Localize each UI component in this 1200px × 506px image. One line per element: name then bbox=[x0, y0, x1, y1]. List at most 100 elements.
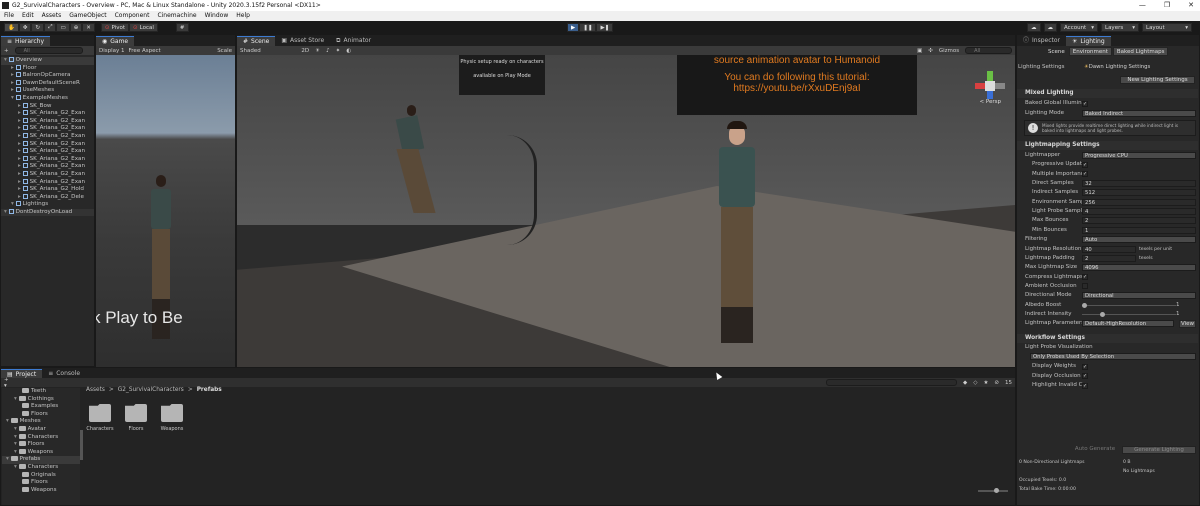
project-tree-item[interactable]: ▾ Characters bbox=[2, 433, 80, 442]
star-icon[interactable]: ★ bbox=[983, 380, 988, 386]
lm-row-field[interactable]: 2 bbox=[1082, 254, 1136, 262]
hierarchy-item[interactable]: ▸ DawnDefaultSceneR bbox=[1, 79, 94, 88]
lm-row-dropdown[interactable]: Default-HighResolution bbox=[1082, 320, 1174, 328]
grid-snap-icon[interactable]: # bbox=[175, 23, 189, 32]
hierarchy-item[interactable]: ▸ SK_Ariana_G2_Exan bbox=[1, 132, 94, 141]
hierarchy-item[interactable]: ▸ UseMeshes bbox=[1, 87, 94, 95]
hierarchy-item[interactable]: ▸ SK_Ariana_G2_Exan bbox=[1, 117, 94, 126]
lm-row-checkbox[interactable]: ✓ bbox=[1082, 171, 1088, 178]
shading-dropdown[interactable]: Shaded bbox=[240, 48, 295, 54]
asset-folder[interactable]: Characters bbox=[86, 404, 114, 432]
project-tree-item[interactable]: ▾ Clothings bbox=[2, 395, 80, 404]
lm-row-checkbox[interactable]: ✓ bbox=[1082, 274, 1088, 281]
slider-handle[interactable] bbox=[994, 488, 999, 493]
light-probe-visualization-dropdown[interactable]: Only Probes Used By Selection bbox=[1030, 353, 1196, 360]
hierarchy-item[interactable]: ▸ SK_Bow bbox=[1, 102, 94, 111]
filter-type-icon[interactable]: ◆ bbox=[963, 380, 967, 386]
menu-file[interactable]: File bbox=[4, 11, 14, 21]
lm-row-field[interactable]: 256 bbox=[1082, 198, 1196, 206]
play-button[interactable]: ▶ bbox=[567, 23, 580, 32]
lighting-settings-field[interactable]: ☀Dawn Lighting Settings bbox=[1082, 64, 1195, 71]
expand-arrow-icon[interactable]: ▾ bbox=[14, 396, 19, 402]
collab-icon[interactable]: ☁ bbox=[1027, 23, 1041, 32]
auto-generate-toggle[interactable]: Auto Generate bbox=[1072, 446, 1118, 454]
hierarchy-item[interactable]: ▸ SK_Ariana_G2_Exan bbox=[1, 178, 94, 187]
hierarchy-item[interactable]: ▸ SK_Ariana_G2_Hold bbox=[1, 186, 94, 194]
new-lighting-settings-button[interactable]: New Lighting Settings bbox=[1120, 76, 1195, 84]
lm-row-dropdown[interactable]: Auto bbox=[1082, 236, 1196, 244]
breadcrumb-package[interactable]: G2_SurvivalCharacters bbox=[118, 387, 184, 393]
tools-icon[interactable]: ✣ bbox=[928, 48, 933, 54]
layout-dropdown[interactable]: Layout ▾ bbox=[1142, 23, 1192, 32]
expand-arrow-icon[interactable]: ▾ bbox=[14, 434, 19, 440]
persp-label[interactable]: < Persp bbox=[980, 99, 1001, 105]
expand-arrow-icon[interactable]: ▾ bbox=[6, 418, 11, 424]
hidden-toggle-icon[interactable]: ◐ bbox=[346, 48, 351, 54]
expand-arrow-icon[interactable]: ▾ bbox=[14, 464, 19, 470]
lm-row-dropdown[interactable]: 4096 bbox=[1082, 264, 1196, 272]
subtab-scene[interactable]: Scene bbox=[1045, 47, 1068, 56]
asset-folder[interactable]: Floors bbox=[124, 404, 148, 432]
project-tree-item[interactable]: Examples bbox=[2, 403, 80, 411]
lm-row-slider[interactable] bbox=[1082, 302, 1176, 308]
scene-search-input[interactable]: All bbox=[965, 47, 1012, 54]
lm-row-checkbox[interactable]: ✓ bbox=[1082, 161, 1088, 168]
hierarchy-item[interactable]: ▸ SK_Ariana_G2_Exan bbox=[1, 110, 94, 118]
lm-row-field[interactable]: 2 bbox=[1082, 217, 1196, 225]
breadcrumb-prefabs[interactable]: Prefabs bbox=[197, 387, 222, 393]
lm-row-checkbox[interactable] bbox=[1082, 283, 1088, 290]
hierarchy-item[interactable]: ▾ ExampleMeshes bbox=[1, 94, 94, 103]
project-tree-item[interactable]: Floors bbox=[2, 410, 80, 419]
project-tree-item[interactable]: ▾ Weapons bbox=[2, 448, 80, 457]
project-tree-item[interactable]: ▾ Meshes bbox=[2, 418, 80, 426]
hierarchy-item[interactable]: ▸ SK_Ariana_G2_Exan bbox=[1, 148, 94, 156]
tab-animator[interactable]: ⧉ Animator bbox=[330, 36, 377, 46]
hierarchy-item[interactable]: ▸ SK_Ariana_G2_Exan bbox=[1, 125, 94, 133]
hierarchy-item[interactable]: ▸ SK_Ariana_G2_Exan bbox=[1, 155, 94, 164]
tab-hierarchy[interactable]: ≡ Hierarchy bbox=[1, 36, 51, 46]
hierarchy-item[interactable]: ▸ SK_Ariana_G2_Exan bbox=[1, 170, 94, 179]
lighting-toggle-icon[interactable]: ☀ bbox=[315, 48, 320, 54]
menu-gameobject[interactable]: GameObject bbox=[69, 11, 106, 21]
workflow-row-checkbox[interactable]: ✓ bbox=[1082, 373, 1088, 379]
cloud-icon[interactable]: ☁ bbox=[1043, 23, 1057, 32]
project-tree-item[interactable]: ▾ Avatar bbox=[2, 425, 80, 434]
tab-lighting[interactable]: ☀ Lighting bbox=[1066, 36, 1111, 46]
menu-assets[interactable]: Assets bbox=[42, 11, 62, 21]
workflow-row-checkbox[interactable]: ✓ bbox=[1082, 363, 1088, 370]
thumbnail-size-slider[interactable] bbox=[978, 488, 1008, 493]
close-button[interactable]: ✕ bbox=[1188, 0, 1194, 11]
2d-toggle[interactable]: 2D bbox=[301, 48, 309, 54]
subtab-baked-lightmaps[interactable]: Baked Lightmaps bbox=[1112, 47, 1169, 56]
transform-tool-icon[interactable]: ⊕ bbox=[69, 23, 83, 32]
project-tree-item[interactable]: Teeth bbox=[2, 388, 80, 396]
effects-toggle-icon[interactable]: ✦ bbox=[336, 48, 341, 54]
step-button[interactable]: ▶❚ bbox=[596, 23, 614, 32]
view-button[interactable]: View bbox=[1179, 320, 1196, 329]
hierarchy-item[interactable]: ▸ Floor bbox=[1, 64, 94, 73]
account-dropdown[interactable]: Account ▾ bbox=[1060, 23, 1098, 32]
custom-tool-icon[interactable]: ✕ bbox=[82, 23, 95, 32]
hierarchy-item[interactable]: ▸ SK_Ariana_G2_Dele bbox=[1, 193, 94, 202]
lm-row-dropdown[interactable]: Progressive CPU bbox=[1082, 152, 1196, 159]
project-add-button[interactable]: + ▾ bbox=[4, 377, 12, 389]
project-tree-item[interactable]: Originals bbox=[2, 471, 80, 480]
display-dropdown[interactable]: Display 1 bbox=[99, 48, 125, 54]
minimize-button[interactable]: — bbox=[1139, 0, 1146, 11]
hierarchy-item[interactable]: ▾ DontDestroyOnLoad bbox=[1, 208, 94, 217]
hierarchy-item[interactable]: ▾ Overview bbox=[1, 57, 94, 65]
expand-arrow-icon[interactable]: ▾ bbox=[14, 441, 19, 447]
hierarchy-search-input[interactable]: All bbox=[14, 47, 83, 54]
lm-row-field[interactable]: 1 bbox=[1082, 226, 1196, 234]
lm-row-field[interactable]: 32 bbox=[1082, 180, 1196, 188]
project-tree-item[interactable]: ▾ Characters bbox=[2, 463, 80, 472]
lightmapping-settings-header[interactable]: Lightmapping Settings bbox=[1017, 141, 1198, 150]
project-tree-item[interactable]: ▾ Prefabs bbox=[2, 456, 80, 464]
subtab-environment[interactable]: Environment bbox=[1068, 47, 1112, 56]
menu-window[interactable]: Window bbox=[205, 11, 229, 21]
scene-viewport[interactable]: Physic setup ready on characters avaliab… bbox=[237, 55, 1015, 367]
lm-row-slider[interactable] bbox=[1082, 311, 1176, 317]
hidden-count-icon[interactable]: ⊘ bbox=[994, 380, 999, 386]
project-tree-item[interactable]: ▾ Floors bbox=[2, 441, 80, 449]
workflow-settings-header[interactable]: Workflow Settings bbox=[1017, 334, 1198, 343]
